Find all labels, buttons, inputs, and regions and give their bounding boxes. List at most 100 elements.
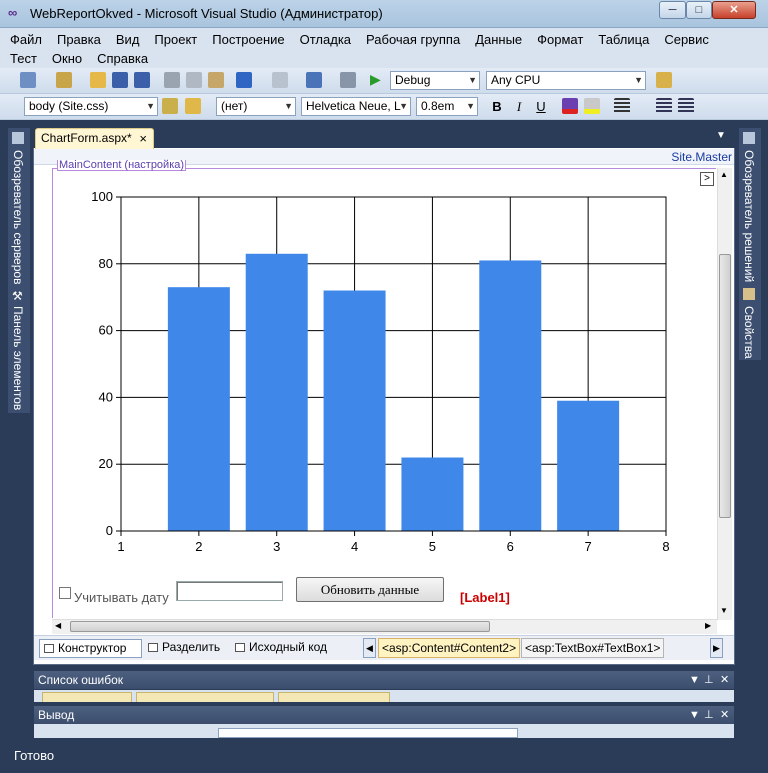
chevron-down-icon: ▼ <box>634 75 643 85</box>
cut-icon[interactable] <box>164 72 180 88</box>
add-item-icon[interactable] <box>56 72 72 88</box>
chevron-down-icon[interactable]: ▼ <box>716 130 726 141</box>
menu-tools[interactable]: Сервис <box>664 30 709 49</box>
menu-team[interactable]: Рабочая группа <box>366 30 460 49</box>
tab-chartform[interactable]: ChartForm.aspx* × <box>35 128 154 149</box>
menu-data[interactable]: Данные <box>475 30 522 49</box>
design-view-button[interactable]: Конструктор <box>39 639 142 658</box>
target-rule-value: body (Site.css) <box>29 99 109 113</box>
status-bar: Готово <box>0 742 768 773</box>
font-size-combo[interactable]: 0.8em ▼ <box>416 97 478 116</box>
master-page-link[interactable]: Site.Master <box>671 150 732 164</box>
menu-bar: Файл Правка Вид Проект Построение Отладк… <box>0 28 768 68</box>
menu-debug[interactable]: Отладка <box>300 30 351 49</box>
minimize-button[interactable]: ─ <box>659 1 686 19</box>
close-panel-icon[interactable]: ✕ <box>720 671 729 689</box>
menu-edit[interactable]: Правка <box>57 30 101 49</box>
y-tick-label: 40 <box>99 389 113 404</box>
bulleted-list-icon[interactable] <box>678 98 694 114</box>
open-folder-icon[interactable] <box>90 72 106 88</box>
style-application-icon[interactable] <box>162 98 178 114</box>
source-view-label: Исходный код <box>249 640 327 654</box>
tag-content2[interactable]: <asp:Content#Content2> <box>378 638 521 658</box>
horizontal-scroll-thumb[interactable] <box>70 621 490 632</box>
vertical-scroll-thumb[interactable] <box>719 254 731 518</box>
panel-options-icon[interactable]: ▼ <box>689 671 700 689</box>
paste-icon[interactable] <box>208 72 224 88</box>
server-explorer-tab[interactable]: Обозреватель серверов <box>11 150 25 284</box>
x-tick-label: 3 <box>273 539 280 554</box>
start-debugging-icon[interactable]: ▶ <box>370 71 381 88</box>
split-view-button[interactable]: Разделить <box>144 639 224 658</box>
panel-options-icon[interactable]: ▼ <box>689 706 700 724</box>
menu-file[interactable]: Файл <box>10 30 42 49</box>
font-name-combo[interactable]: Helvetica Neue, L ▼ <box>301 97 411 116</box>
block-format-combo[interactable]: (нет) ▼ <box>216 97 296 116</box>
copy-icon[interactable] <box>186 72 202 88</box>
scroll-left-icon[interactable]: ◀ <box>55 621 61 630</box>
menu-build[interactable]: Построение <box>212 30 284 49</box>
menu-project[interactable]: Проект <box>154 30 197 49</box>
properties-tab[interactable]: Свойства <box>742 306 756 359</box>
underline-button[interactable]: U <box>531 97 551 116</box>
pin-icon[interactable]: ⊥ <box>704 671 714 689</box>
italic-button[interactable]: I <box>509 97 529 116</box>
numbered-list-icon[interactable] <box>656 98 672 114</box>
toolbox-tab[interactable]: Панель элементов <box>11 306 25 410</box>
split-view-icon <box>148 643 158 652</box>
scroll-down-icon[interactable]: ▼ <box>720 606 728 615</box>
status-text: Готово <box>14 748 55 763</box>
menu-view[interactable]: Вид <box>116 30 140 49</box>
source-view-button[interactable]: Исходный код <box>231 639 331 658</box>
justify-icon[interactable] <box>614 98 630 114</box>
menu-test[interactable]: Тест <box>10 49 37 68</box>
tag-nav-right-button[interactable]: ▶ <box>710 638 723 658</box>
maximize-button[interactable]: □ <box>686 1 712 19</box>
bar <box>323 290 386 531</box>
output-title: Вывод <box>38 708 75 722</box>
date-textbox[interactable] <box>176 581 283 601</box>
tag-nav-left-button[interactable]: ◀ <box>363 638 376 658</box>
highlight-color-icon[interactable] <box>584 98 600 114</box>
save-all-icon[interactable] <box>134 72 150 88</box>
tag-textbox1[interactable]: <asp:TextBox#TextBox1> <box>521 638 665 658</box>
output-source-combo[interactable] <box>218 728 518 738</box>
navigate-backward-icon[interactable] <box>306 72 322 88</box>
menu-help[interactable]: Справка <box>97 49 148 68</box>
error-list-body <box>34 690 734 702</box>
redo-icon[interactable] <box>272 72 288 88</box>
menu-format[interactable]: Формат <box>537 30 583 49</box>
errors-filter-button[interactable] <box>42 692 132 702</box>
refresh-data-button[interactable]: Обновить данные <box>296 577 444 602</box>
new-project-icon[interactable] <box>20 72 36 88</box>
undo-icon[interactable] <box>236 72 252 88</box>
error-list-header[interactable]: Список ошибок ▼ ⊥ ✕ <box>34 671 734 689</box>
close-panel-icon[interactable]: ✕ <box>720 706 729 724</box>
scroll-up-icon[interactable]: ▲ <box>720 170 728 179</box>
output-header[interactable]: Вывод ▼ ⊥ ✕ <box>34 706 734 724</box>
platform-combo[interactable]: Any CPU ▼ <box>486 71 646 90</box>
navigate-forward-icon[interactable] <box>340 72 356 88</box>
visual-studio-icon: ∞ <box>8 5 18 20</box>
x-tick-label: 6 <box>507 539 514 554</box>
pin-icon[interactable]: ⊥ <box>704 706 714 724</box>
use-date-checkbox[interactable] <box>59 587 71 599</box>
find-in-files-icon[interactable] <box>656 72 672 88</box>
configuration-combo[interactable]: Debug ▼ <box>390 71 480 90</box>
menu-table[interactable]: Таблица <box>598 30 649 49</box>
close-tab-icon[interactable]: × <box>139 129 147 148</box>
bold-button[interactable]: B <box>487 97 507 116</box>
close-button[interactable]: ✕ <box>712 1 756 19</box>
block-format-value: (нет) <box>221 99 248 113</box>
save-icon[interactable] <box>112 72 128 88</box>
target-rule-combo[interactable]: body (Site.css) ▼ <box>24 97 158 116</box>
scroll-right-icon[interactable]: ▶ <box>705 621 711 630</box>
smart-tag-button[interactable]: > <box>700 172 714 186</box>
bar-chart[interactable]: 0 20 40 60 80 100 1 2 3 4 5 6 7 8 <box>80 185 680 560</box>
solution-explorer-tab[interactable]: Обозреватель решений <box>742 150 756 282</box>
foreground-color-icon[interactable] <box>562 98 578 114</box>
messages-filter-button[interactable] <box>278 692 390 702</box>
menu-window[interactable]: Окно <box>52 49 82 68</box>
warnings-filter-button[interactable] <box>136 692 274 702</box>
reuse-styles-icon[interactable] <box>185 98 201 114</box>
